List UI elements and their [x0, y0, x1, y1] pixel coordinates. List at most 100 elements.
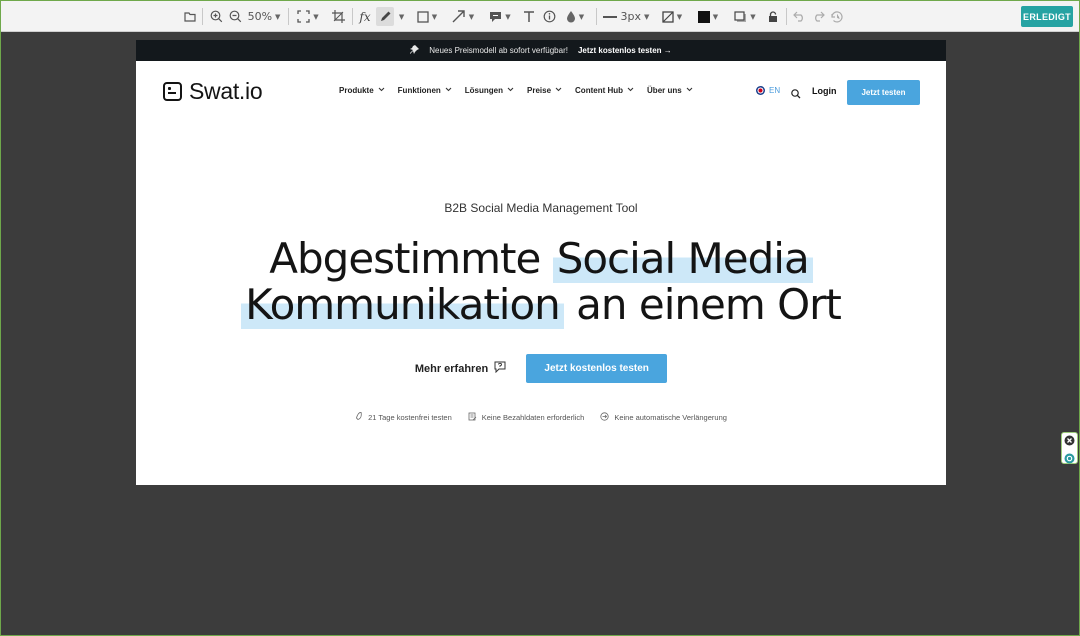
menu-item-content-hub[interactable]: Content Hub: [575, 86, 634, 95]
menu-item-label: Funktionen: [397, 86, 441, 95]
menu-item-label: Content Hub: [575, 86, 624, 95]
fit-icon: [297, 10, 310, 23]
headline-part: Abgestimmte: [269, 234, 541, 283]
site-logo[interactable]: Swat.io: [163, 78, 263, 105]
headline-highlight: Social Media: [552, 234, 813, 283]
banner-text: Neues Preismodell ab sofort verfügbar!: [429, 46, 568, 55]
info-icon[interactable]: [541, 7, 557, 26]
lock-icon[interactable]: [765, 7, 781, 26]
menu-item-label: Produkte: [339, 86, 374, 95]
zoom-value: 50%: [247, 10, 273, 23]
chevron-down-icon: ▼: [676, 12, 683, 21]
chevron-down-icon: ▼: [468, 12, 475, 21]
pen-options[interactable]: ▼: [396, 7, 404, 26]
history-icon[interactable]: [829, 7, 845, 26]
line-width-icon: [602, 15, 617, 18]
settings-icon[interactable]: [1064, 451, 1075, 469]
renew-off-icon: [600, 412, 609, 423]
menu-item-label: Lösungen: [464, 86, 503, 95]
undo-icon[interactable]: [791, 7, 807, 26]
text-icon[interactable]: [521, 7, 537, 26]
rectangle-tool[interactable]: ▼: [412, 7, 442, 26]
zoom-in-icon[interactable]: [208, 7, 224, 26]
feature-item: 21 Tage kostenfrei testen: [355, 411, 452, 423]
menu-item-preise[interactable]: Preise: [527, 86, 562, 95]
blur-tool[interactable]: ▼: [561, 7, 589, 26]
headline-part: an einem Ort: [576, 280, 842, 329]
logo-text: Swat.io: [189, 78, 263, 104]
fill-icon: [662, 10, 674, 23]
chat-icon: [494, 361, 506, 376]
folder-icon[interactable]: [182, 7, 198, 26]
chevron-down-icon: [445, 87, 452, 94]
crop-icon[interactable]: [330, 7, 346, 26]
hero-headline: Abgestimmte Social Media Kommunikation a…: [136, 234, 946, 329]
feature-item: Keine automatische Verlängerung: [600, 412, 727, 423]
annotation-toolbar: 50% ▼ ▼ fx ▼ ▼ ▼ ▼ ▼ 3px ▼ ▼ ▼ ▼ ERLEDIG…: [1, 1, 1079, 32]
rocket-icon: [355, 411, 363, 423]
blur-icon: [566, 11, 575, 23]
chevron-down-icon: ▼: [644, 12, 650, 21]
logo-icon: [163, 82, 182, 101]
feature-list: 21 Tage kostenfrei testen Keine Bezahlda…: [136, 411, 946, 423]
arrow-icon: [452, 10, 465, 23]
chevron-down-icon: ▼: [431, 12, 438, 21]
line-width-value: 3px: [620, 10, 642, 23]
pen-icon[interactable]: [376, 7, 394, 26]
chevron-down-icon: ▼: [313, 12, 319, 21]
menu-item-label: Preise: [527, 86, 552, 95]
try-free-button[interactable]: Jetzt kostenlos testen: [526, 354, 668, 383]
formula-icon[interactable]: fx: [357, 7, 373, 26]
chevron-down-icon: ▼: [398, 12, 405, 21]
language-switch[interactable]: EN: [756, 86, 780, 95]
hero-actions: Mehr erfahren Jetzt kostenlos testen: [136, 354, 946, 383]
shadow-select[interactable]: ▼: [730, 7, 760, 26]
menu-item-loesungen[interactable]: Lösungen: [465, 86, 514, 95]
chevron-down-icon: ▼: [275, 12, 281, 21]
zoom-out-icon[interactable]: [227, 7, 243, 26]
feature-label: 21 Tage kostenfrei testen: [368, 413, 452, 422]
headline-highlight: Kommunikation: [241, 280, 564, 329]
chevron-down-icon: ▼: [578, 12, 585, 21]
pin-icon: [410, 45, 420, 56]
chevron-down-icon: [507, 87, 514, 94]
try-now-button[interactable]: Jetzt testen: [847, 80, 920, 105]
arrow-tool[interactable]: ▼: [448, 7, 478, 26]
comment-tool[interactable]: ▼: [485, 7, 515, 26]
main-menu: Produkte Funktionen Lösungen Preise Cont…: [339, 86, 693, 95]
menu-item-ueber-uns[interactable]: Über uns: [647, 86, 693, 95]
invoice-icon: [468, 412, 477, 423]
redo-icon[interactable]: [810, 7, 826, 26]
site-header: Swat.io Produkte Funktionen Lösungen Pre…: [136, 61, 946, 123]
learn-more-link[interactable]: Mehr erfahren: [415, 361, 506, 376]
menu-item-produkte[interactable]: Produkte: [339, 86, 385, 95]
chevron-down-icon: ▼: [505, 12, 511, 21]
fit-select[interactable]: ▼: [294, 7, 322, 26]
close-icon[interactable]: [1064, 433, 1075, 451]
done-button[interactable]: ERLEDIGT: [1021, 6, 1073, 27]
color-swatch: [697, 10, 710, 23]
search-icon[interactable]: [791, 86, 801, 104]
chevron-down-icon: ▼: [750, 12, 756, 21]
chevron-down-icon: [378, 87, 385, 94]
feature-label: Keine automatische Verlängerung: [614, 413, 727, 422]
login-link[interactable]: Login: [812, 86, 837, 96]
hero-subtitle: B2B Social Media Management Tool: [444, 201, 638, 215]
chevron-down-icon: [686, 87, 693, 94]
menu-item-funktionen[interactable]: Funktionen: [398, 86, 452, 95]
line-width-select[interactable]: 3px ▼: [602, 7, 650, 26]
page-preview: Neues Preismodell ab sofort verfügbar! J…: [136, 40, 946, 485]
fill-select[interactable]: ▼: [657, 7, 687, 26]
banner-link-label: Jetzt kostenlos testen: [577, 46, 662, 55]
learn-more-label: Mehr erfahren: [414, 362, 489, 375]
banner-link[interactable]: Jetzt kostenlos testen →: [578, 46, 672, 55]
color-select[interactable]: ▼: [693, 7, 723, 26]
comment-icon: [490, 11, 502, 22]
zoom-select[interactable]: 50% ▼: [247, 7, 281, 26]
chevron-down-icon: ▼: [712, 12, 719, 21]
language-label: EN: [769, 86, 781, 95]
chevron-down-icon: [627, 87, 634, 94]
shadow-icon: [734, 10, 747, 22]
announcement-banner: Neues Preismodell ab sofort verfügbar! J…: [136, 40, 946, 61]
menu-item-label: Über uns: [647, 86, 682, 95]
